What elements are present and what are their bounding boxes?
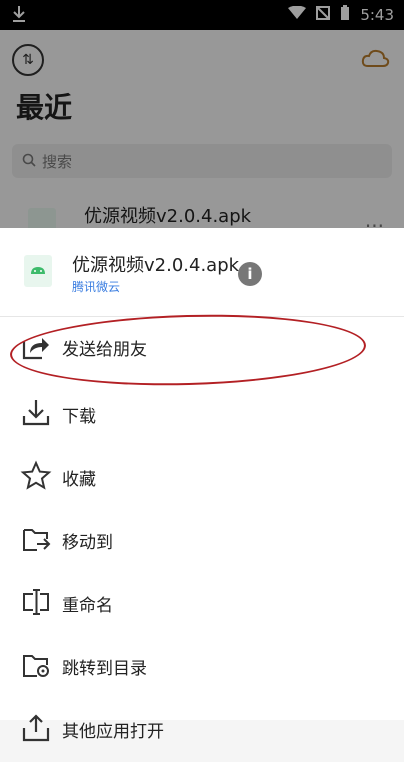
menu-item-label: 其他应用打开 (62, 722, 164, 742)
divider (0, 316, 404, 317)
share-icon (20, 331, 52, 363)
menu-item-go-to-directory[interactable]: 跳转到目录 (0, 636, 404, 699)
menu-item-label: 重命名 (62, 596, 113, 616)
sheet-file-source: 腾讯微云 (72, 280, 121, 294)
menu-item-label: 下载 (62, 407, 96, 427)
action-menu: 发送给朋友 下载 收藏 移动到 重命名 跳转到目录 其他应用打开 (0, 318, 404, 762)
menu-item-open-with-other-app[interactable]: 其他应用打开 (0, 699, 404, 762)
star-icon (20, 460, 52, 492)
menu-item-rename[interactable]: 重命名 (0, 573, 404, 636)
menu-item-label: 收藏 (62, 470, 96, 490)
android-apk-icon (24, 255, 52, 287)
menu-item-favorite[interactable]: 收藏 (0, 447, 404, 510)
rename-icon (20, 586, 52, 618)
sheet-file-name: 优源视频v2.0.4.apk (72, 255, 240, 276)
menu-item-send-to-friend[interactable]: 发送给朋友 (0, 318, 404, 384)
menu-item-label: 发送给朋友 (62, 340, 147, 360)
menu-item-move-to[interactable]: 移动到 (0, 510, 404, 573)
download-icon (20, 397, 52, 429)
folder-location-icon (20, 649, 52, 681)
menu-item-label: 跳转到目录 (62, 659, 147, 679)
move-folder-icon (20, 523, 52, 555)
file-action-sheet: 优源视频v2.0.4.apk 腾讯微云 i 发送给朋友 下载 收藏 移动到 重命… (0, 228, 404, 742)
open-with-icon (20, 712, 52, 744)
menu-item-download[interactable]: 下载 (0, 384, 404, 447)
info-icon[interactable]: i (238, 262, 262, 286)
sheet-header: 优源视频v2.0.4.apk 腾讯微云 i (0, 228, 404, 316)
menu-item-label: 移动到 (62, 533, 113, 553)
